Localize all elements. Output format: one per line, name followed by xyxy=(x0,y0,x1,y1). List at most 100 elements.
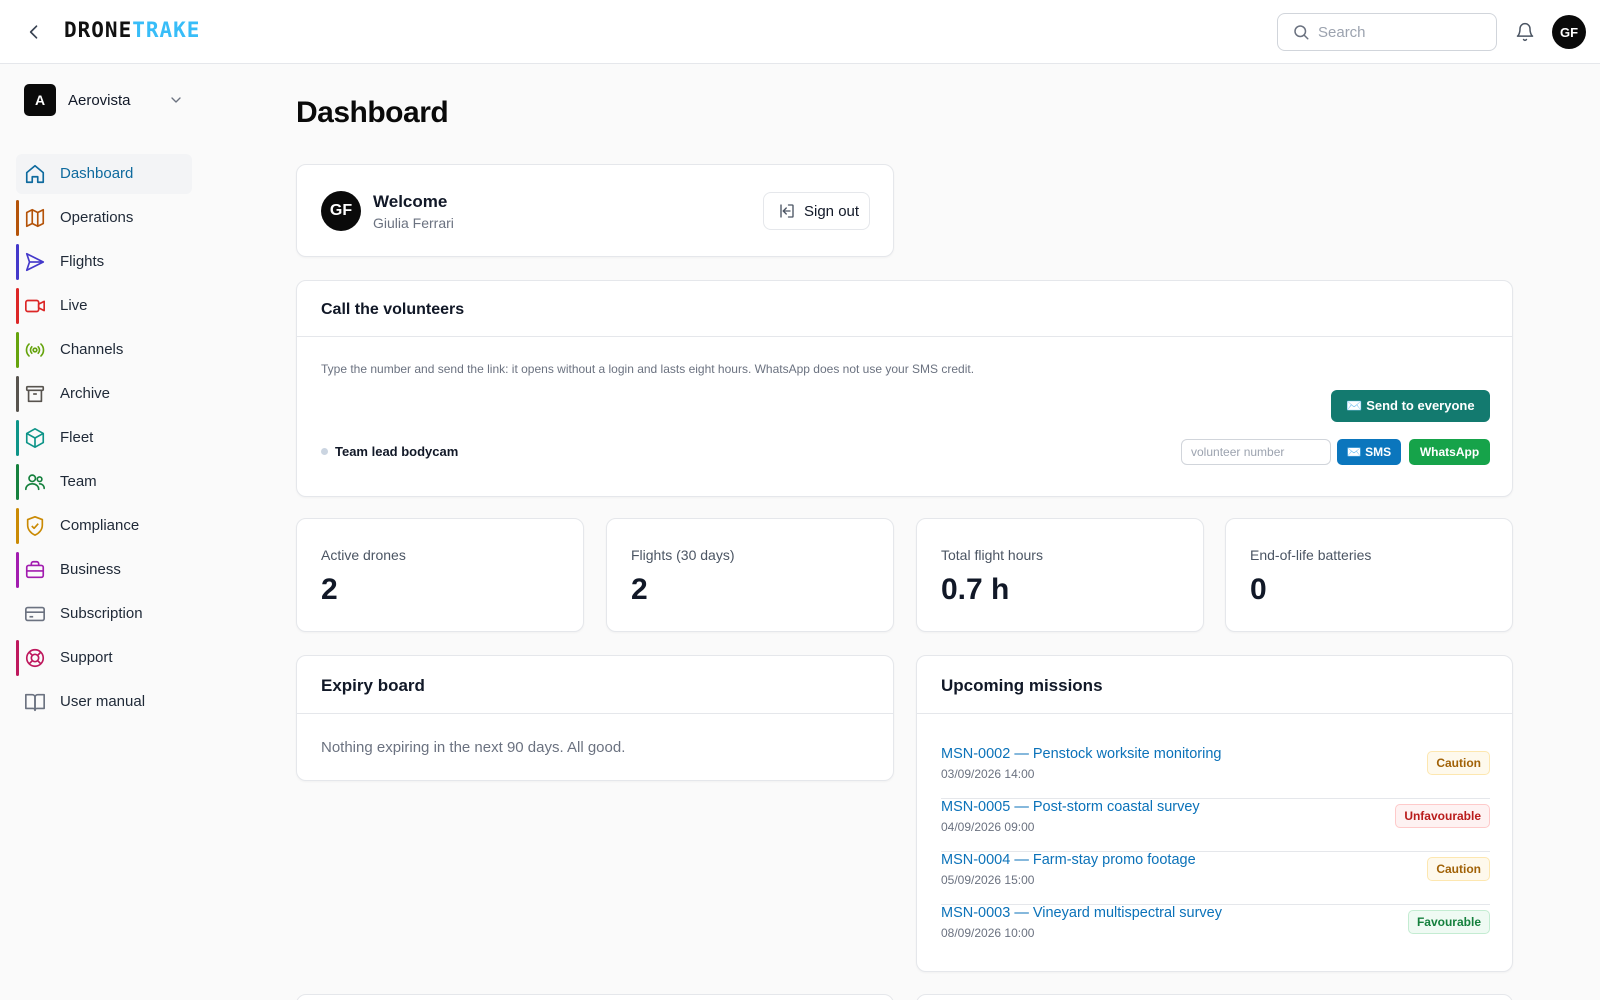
logo-part-1: DRONE xyxy=(64,18,133,42)
weather-badge: Caution xyxy=(1427,751,1490,775)
welcome-card: GF Welcome Giulia Ferrari Sign out xyxy=(296,164,894,257)
sidebar-item-label: Fleet xyxy=(60,429,94,446)
sidebar-item-label: Compliance xyxy=(60,517,140,534)
weather-badge: Unfavourable xyxy=(1395,804,1490,828)
sidebar-accent-bar xyxy=(16,244,19,280)
sidebar-accent-bar xyxy=(16,288,19,324)
sidebar-item-team[interactable]: Team xyxy=(16,462,192,502)
search-box[interactable] xyxy=(1277,13,1497,51)
sidebar-accent-bar xyxy=(16,508,19,544)
back-button[interactable] xyxy=(22,20,46,44)
app-logo[interactable]: DRONETRAKE xyxy=(64,18,200,42)
mission-date: 08/09/2026 10:00 xyxy=(941,926,1035,940)
briefcase-icon xyxy=(24,559,46,581)
mission-link[interactable]: MSN-0002 — Penstock worksite monitoring xyxy=(941,746,1221,762)
sidebar-item-archive[interactable]: Archive xyxy=(16,374,192,414)
user-avatar[interactable]: GF xyxy=(1552,15,1586,49)
credit-card-icon xyxy=(24,603,46,625)
org-name: Aerovista xyxy=(68,91,131,109)
home-icon xyxy=(24,163,46,185)
sidebar-accent-bar xyxy=(16,376,19,412)
expiry-board-card: Expiry board Nothing expiring in the nex… xyxy=(296,655,894,781)
mission-link[interactable]: MSN-0004 — Farm-stay promo footage xyxy=(941,852,1196,868)
chevron-left-icon xyxy=(29,25,38,39)
send-icon xyxy=(24,251,46,273)
stat-card-flight-hours: Total flight hours 0.7 h xyxy=(916,518,1204,632)
broadcast-icon xyxy=(24,339,46,361)
divider xyxy=(297,336,1512,337)
volunteers-description: Type the number and send the link: it op… xyxy=(321,362,975,376)
mission-date: 03/09/2026 14:00 xyxy=(941,767,1035,781)
mission-row: MSN-0004 — Farm-stay promo footage 05/09… xyxy=(941,852,1490,905)
sidebar-item-channels[interactable]: Channels xyxy=(16,330,192,370)
section-title: Call the volunteers xyxy=(321,301,465,318)
weather-badge: Caution xyxy=(1427,857,1490,881)
send-to-everyone-button[interactable]: ✉️ Send to everyone xyxy=(1331,390,1490,422)
sidebar-item-label: User manual xyxy=(60,693,146,710)
stat-value: 0.7 h xyxy=(941,573,1010,606)
logo-part-2: TRAKE xyxy=(132,18,201,42)
sidebar-accent-bar xyxy=(16,640,19,676)
sidebar-item-label: Channels xyxy=(60,341,124,358)
welcome-title: Welcome xyxy=(373,192,448,211)
sidebar-item-label: Support xyxy=(60,649,113,666)
org-logo: A xyxy=(24,84,56,116)
top-bar: DRONETRAKE GF xyxy=(0,0,1600,64)
sidebar-item-label: Live xyxy=(60,297,88,314)
org-switcher[interactable]: A Aerovista xyxy=(24,84,192,116)
chevron-down-icon xyxy=(171,97,181,103)
stat-label: Active drones xyxy=(321,547,406,563)
sidebar-item-fleet[interactable]: Fleet xyxy=(16,418,192,458)
section-title: Expiry board xyxy=(321,676,425,695)
volunteer-number-input[interactable] xyxy=(1181,439,1331,465)
sidebar-item-flights[interactable]: Flights xyxy=(16,242,192,282)
sidebar-item-subscription[interactable]: Subscription xyxy=(16,594,192,634)
upcoming-missions-card: Upcoming missions MSN-0002 — Penstock wo… xyxy=(916,655,1513,972)
book-icon xyxy=(24,691,46,713)
channel-label: Team lead bodycam xyxy=(335,444,459,459)
sidebar-item-label: Archive xyxy=(60,385,111,402)
sidebar-item-compliance[interactable]: Compliance xyxy=(16,506,192,546)
notifications-button[interactable] xyxy=(1513,20,1537,44)
card-below-fold xyxy=(916,994,1513,1000)
sign-out-label: Sign out xyxy=(804,202,860,220)
shield-check-icon xyxy=(24,515,46,537)
sidebar-item-label: Operations xyxy=(60,209,134,226)
sidebar-item-label: Dashboard xyxy=(60,165,134,182)
empty-state-text: Nothing expiring in the next 90 days. Al… xyxy=(321,739,626,756)
sidebar-item-live[interactable]: Live xyxy=(16,286,192,326)
bell-icon xyxy=(1516,22,1534,42)
divider xyxy=(297,713,893,714)
sidebar-item-label: Team xyxy=(60,473,97,490)
stat-card-batteries: End-of-life batteries 0 xyxy=(1225,518,1513,632)
sidebar-item-operations[interactable]: Operations xyxy=(16,198,192,238)
mission-row: MSN-0002 — Penstock worksite monitoring … xyxy=(941,746,1490,799)
sidebar-accent-bar xyxy=(16,420,19,456)
sidebar-item-user-manual[interactable]: User manual xyxy=(16,682,192,722)
sidebar-item-label: Flights xyxy=(60,253,105,270)
mission-link[interactable]: MSN-0003 — Vineyard multispectral survey xyxy=(941,905,1222,921)
sms-button[interactable]: ✉️ SMS xyxy=(1337,439,1401,465)
mission-link[interactable]: MSN-0005 — Post-storm coastal survey xyxy=(941,799,1200,815)
divider xyxy=(917,713,1512,714)
user-name: Giulia Ferrari xyxy=(373,215,454,231)
users-icon xyxy=(24,471,46,493)
stat-value: 2 xyxy=(631,573,648,606)
search-input[interactable] xyxy=(1318,23,1488,41)
box-icon xyxy=(24,427,46,449)
sign-out-button[interactable]: Sign out xyxy=(763,192,870,230)
sidebar-nav: Dashboard Operations Flights Live Channe… xyxy=(16,154,192,726)
card-below-fold xyxy=(296,994,894,1000)
sidebar-item-label: Business xyxy=(60,561,121,578)
mission-row: MSN-0005 — Post-storm coastal survey 04/… xyxy=(941,799,1490,852)
sidebar-item-support[interactable]: Support xyxy=(16,638,192,678)
stat-label: Flights (30 days) xyxy=(631,547,735,563)
sidebar-item-business[interactable]: Business xyxy=(16,550,192,590)
search-icon xyxy=(1294,25,1309,40)
weather-badge: Favourable xyxy=(1407,910,1490,934)
whatsapp-button[interactable]: WhatsApp xyxy=(1409,439,1490,465)
stat-card-active-drones: Active drones 2 xyxy=(296,518,584,632)
page-title: Dashboard xyxy=(296,96,449,129)
sidebar-item-dashboard[interactable]: Dashboard xyxy=(16,154,192,194)
map-icon xyxy=(24,207,46,229)
